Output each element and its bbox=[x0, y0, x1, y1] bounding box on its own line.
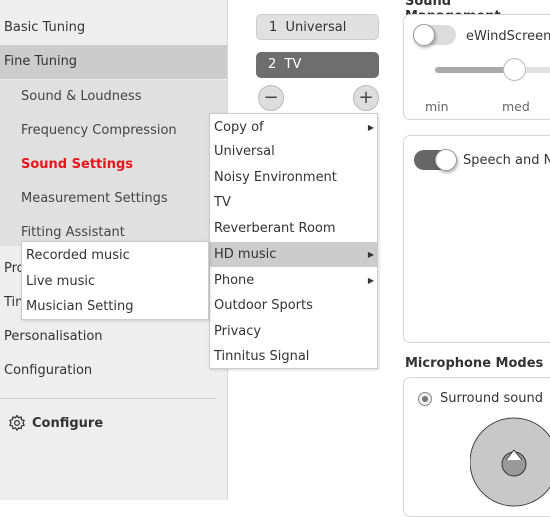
subnav-measurement-settings[interactable]: Measurement Settings bbox=[21, 191, 168, 206]
nav-personalisation[interactable]: Personalisation bbox=[0, 320, 227, 354]
slider-thumb[interactable] bbox=[503, 58, 526, 81]
nav-basic-tuning[interactable]: Basic Tuning bbox=[0, 11, 227, 45]
surround-label: Surround sound bbox=[440, 391, 543, 406]
menu-item-universal[interactable]: Universal bbox=[210, 139, 377, 164]
submenu-arrow-icon: ▶ bbox=[367, 250, 374, 259]
menu-item-tv[interactable]: TV bbox=[210, 190, 377, 215]
menu-item-outdoor-sports[interactable]: Outdoor Sports bbox=[210, 293, 377, 318]
menu-item-noisy-environment[interactable]: Noisy Environment bbox=[210, 165, 377, 190]
menu-item-hd-music[interactable]: HD music ▶ bbox=[210, 242, 377, 267]
submenu-recorded-music[interactable]: Recorded music bbox=[22, 243, 208, 268]
menu-item-reverberant-room[interactable]: Reverberant Room bbox=[210, 216, 377, 241]
subnav-sound-loudness[interactable]: Sound & Loudness bbox=[21, 89, 142, 104]
nav-fine-tuning[interactable]: Fine Tuning bbox=[0, 45, 227, 79]
ewindscreen-slider[interactable] bbox=[435, 58, 550, 81]
slider-med-label: med bbox=[502, 99, 530, 114]
remove-program-button[interactable]: − bbox=[258, 85, 284, 111]
divider bbox=[0, 398, 216, 399]
configure-label: Configure bbox=[32, 415, 104, 431]
subnav-fitting-assistant[interactable]: Fitting Assistant bbox=[21, 225, 125, 240]
menu-item-privacy[interactable]: Privacy bbox=[210, 319, 377, 344]
program-name: TV bbox=[284, 57, 302, 72]
menu-item-copy-of[interactable]: Copy of ▶ bbox=[210, 115, 377, 140]
program-number: 1 bbox=[269, 20, 278, 35]
program-number: 2 bbox=[268, 57, 277, 72]
speech-label: Speech and No bbox=[463, 153, 550, 168]
configure-button[interactable]: Configure bbox=[8, 414, 103, 432]
submenu-arrow-icon: ▶ bbox=[367, 123, 374, 132]
surround-head-icon bbox=[470, 417, 550, 507]
microphone-modes-title: Microphone Modes bbox=[405, 356, 544, 371]
speech-toggle[interactable] bbox=[414, 149, 457, 171]
program-name: Universal bbox=[285, 20, 347, 35]
submenu-live-music[interactable]: Live music bbox=[22, 269, 208, 294]
fine-tuning-subnav: Sound & Loudness Frequency Compression S… bbox=[0, 80, 227, 246]
hd-music-submenu: Recorded music Live music Musician Setti… bbox=[21, 241, 209, 320]
slider-min-label: min bbox=[425, 99, 449, 114]
program-tv[interactable]: 2 TV bbox=[256, 52, 379, 78]
gear-icon bbox=[9, 414, 25, 432]
submenu-arrow-icon: ▶ bbox=[367, 276, 374, 285]
program-universal[interactable]: 1 Universal bbox=[256, 14, 379, 40]
ewindscreen-toggle[interactable] bbox=[413, 24, 456, 46]
program-context-menu: Copy of ▶ Universal Noisy Environment TV … bbox=[209, 113, 378, 369]
ewindscreen-label: eWindScreen bbox=[466, 29, 550, 44]
subnav-frequency-compression[interactable]: Frequency Compression bbox=[21, 123, 177, 138]
microphone-card: Surround sound bbox=[403, 377, 550, 517]
menu-item-phone[interactable]: Phone ▶ bbox=[210, 268, 377, 293]
ewindscreen-card: eWindScreen min med bbox=[403, 14, 550, 120]
subnav-sound-settings[interactable]: Sound Settings bbox=[21, 157, 133, 172]
menu-item-tinnitus-signal[interactable]: Tinnitus Signal bbox=[210, 344, 377, 369]
add-program-button[interactable]: + bbox=[353, 85, 379, 111]
submenu-musician-setting[interactable]: Musician Setting bbox=[22, 294, 208, 319]
speech-card: Speech and No bbox=[403, 135, 550, 343]
surround-radio[interactable] bbox=[418, 392, 432, 406]
nav-configuration[interactable]: Configuration bbox=[0, 354, 227, 388]
